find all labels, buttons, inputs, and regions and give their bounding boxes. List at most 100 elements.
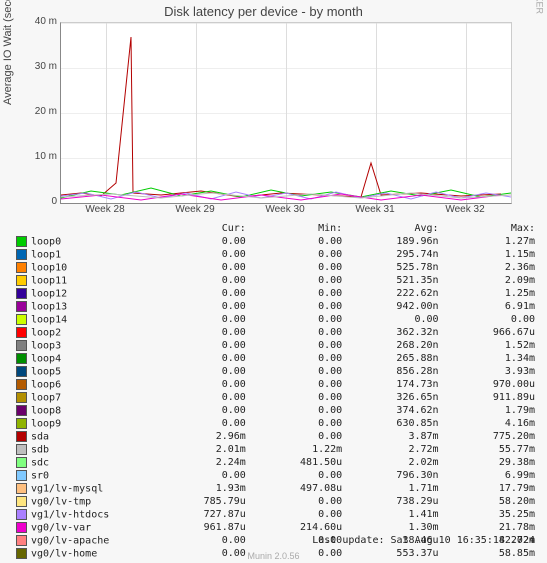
x-tick: Week 28	[75, 204, 135, 215]
legend-swatch-icon	[16, 353, 27, 364]
y-tick: 0	[17, 196, 57, 207]
series-cur: 0.00	[151, 352, 247, 365]
legend-row: loop140.000.000.000.00	[14, 313, 537, 326]
series-name: loop14	[31, 314, 67, 325]
series-cur: 961.87u	[151, 521, 247, 534]
series-name: loop11	[31, 275, 67, 286]
series-max: 1.15m	[441, 248, 537, 261]
series-min: 0.00	[248, 326, 344, 339]
series-avg: 1.30m	[344, 521, 440, 534]
series-avg: 1.41m	[344, 508, 440, 521]
legend-row: sdc 2.24m481.50u2.02m29.38m	[14, 456, 537, 469]
x-tick: Week 30	[255, 204, 315, 215]
series-cur: 0.00	[151, 261, 247, 274]
legend-swatch-icon	[16, 327, 27, 338]
legend-row: loop20.000.00362.32n966.67u	[14, 326, 537, 339]
series-name: sdb	[31, 444, 49, 455]
series-max: 6.91m	[441, 300, 537, 313]
series-min: 481.50u	[248, 456, 344, 469]
legend-swatch-icon	[16, 366, 27, 377]
series-cur: 1.93m	[151, 482, 247, 495]
series-avg: 3.87m	[344, 430, 440, 443]
series-cur: 0.00	[151, 326, 247, 339]
series-avg: 856.28n	[344, 365, 440, 378]
series-max: 21.78m	[441, 521, 537, 534]
series-name: sdc	[31, 457, 49, 468]
x-tick: Week 32	[435, 204, 495, 215]
legend-swatch-icon	[16, 249, 27, 260]
series-min: 0.00	[248, 469, 344, 482]
series-avg: 268.20n	[344, 339, 440, 352]
series-avg: 0.00	[344, 313, 440, 326]
legend-row: sda2.96m0.003.87m775.20m	[14, 430, 537, 443]
series-name: loop5	[31, 366, 61, 377]
series-min: 0.00	[248, 274, 344, 287]
legend-row: loop80.000.00374.62n1.79m	[14, 404, 537, 417]
series-cur: 0.00	[151, 404, 247, 417]
legend-swatch-icon	[16, 275, 27, 286]
rrdtool-watermark: RRDTOOL / TOBI OETIKER	[535, 0, 545, 14]
series-cur: 2.24m	[151, 456, 247, 469]
series-name: loop12	[31, 288, 67, 299]
series-name: loop6	[31, 379, 61, 390]
y-tick: 20 m	[17, 106, 57, 117]
legend-row: loop120.000.00222.62n1.25m	[14, 287, 537, 300]
x-tick: Week 31	[345, 204, 405, 215]
series-cur: 2.96m	[151, 430, 247, 443]
y-axis-label: Average IO Wait (seconds)	[2, 0, 14, 105]
series-avg: 189.96n	[344, 235, 440, 248]
series-min: 0.00	[248, 417, 344, 430]
series-min: 497.08u	[248, 482, 344, 495]
legend-row: loop70.000.00326.65n911.89u	[14, 391, 537, 404]
series-avg: 630.85n	[344, 417, 440, 430]
series-min: 0.00	[248, 391, 344, 404]
series-avg: 326.65n	[344, 391, 440, 404]
series-min: 0.00	[248, 365, 344, 378]
legend-swatch-icon	[16, 457, 27, 468]
legend-header: Cur: Min: Avg: Max:	[14, 222, 537, 235]
legend-row: vg1/lv-mysql1.93m497.08u1.71m17.79m	[14, 482, 537, 495]
series-cur: 0.00	[151, 417, 247, 430]
series-cur: 2.01m	[151, 443, 247, 456]
series-max: 1.25m	[441, 287, 537, 300]
legend-swatch-icon	[16, 444, 27, 455]
series-avg: 2.02m	[344, 456, 440, 469]
legend-row: loop60.000.00174.73n970.00u	[14, 378, 537, 391]
series-max: 35.25m	[441, 508, 537, 521]
series-max: 29.38m	[441, 456, 537, 469]
series-cur: 0.00	[151, 378, 247, 391]
series-cur: 727.87u	[151, 508, 247, 521]
series-max: 1.34m	[441, 352, 537, 365]
legend-swatch-icon	[16, 392, 27, 403]
legend-swatch-icon	[16, 431, 27, 442]
series-name: sr0	[31, 470, 49, 481]
series-min: 0.00	[248, 378, 344, 391]
series-min: 0.00	[248, 248, 344, 261]
series-name: loop1	[31, 249, 61, 260]
legend-row: loop110.000.00521.35n2.09m	[14, 274, 537, 287]
series-name: vg0/lv-apache	[31, 535, 109, 546]
legend-row: loop130.000.00942.00n6.91m	[14, 300, 537, 313]
legend-swatch-icon	[16, 418, 27, 429]
legend-swatch-icon	[16, 379, 27, 390]
legend-row: loop50.000.00856.28n3.93m	[14, 365, 537, 378]
series-max: 3.93m	[441, 365, 537, 378]
legend-row: vg0/lv-tmp785.79u0.00738.29u58.20m	[14, 495, 537, 508]
series-avg: 738.29u	[344, 495, 440, 508]
series-cur: 0.00	[151, 365, 247, 378]
x-tick: Week 29	[165, 204, 225, 215]
series-cur: 0.00	[151, 534, 247, 547]
legend-swatch-icon	[16, 288, 27, 299]
series-avg: 222.62n	[344, 287, 440, 300]
legend-table: Cur: Min: Avg: Max: loop00.000.00189.96n…	[14, 222, 537, 560]
series-max: 970.00u	[441, 378, 537, 391]
series-max: 1.79m	[441, 404, 537, 417]
munin-version: Munin 2.0.56	[0, 551, 547, 561]
legend-swatch-icon	[16, 535, 27, 546]
series-name: loop10	[31, 262, 67, 273]
plot-area	[60, 22, 512, 204]
series-avg: 265.88n	[344, 352, 440, 365]
series-max: 966.67u	[441, 326, 537, 339]
series-max: 775.20m	[441, 430, 537, 443]
legend-swatch-icon	[16, 509, 27, 520]
